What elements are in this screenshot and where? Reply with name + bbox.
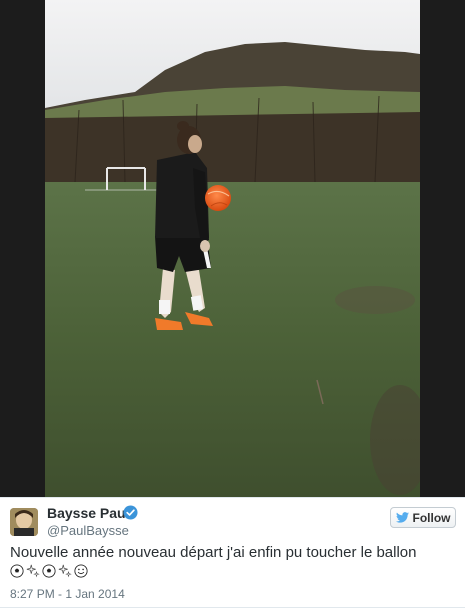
- soccer-ball: [205, 185, 231, 211]
- twitter-bird-icon: [395, 512, 409, 523]
- soccer-ball-icon: [42, 564, 56, 578]
- grass-field: [45, 182, 420, 497]
- tweet-text: Nouvelle année nouveau départ j'ai enfin…: [10, 544, 417, 561]
- soccer-ball-icon: [10, 564, 24, 578]
- tweet-card: Baysse Paul @PaulBaysse Follow Nouvelle …: [0, 497, 465, 611]
- user-name[interactable]: Baysse Paul: [47, 505, 130, 521]
- sparkles-icon: [26, 564, 40, 578]
- verified-badge-icon: [123, 505, 138, 520]
- sparkles-icon: [58, 564, 72, 578]
- photo-frame: [0, 0, 465, 497]
- photo-illustration: [45, 0, 420, 497]
- follow-label: Follow: [412, 510, 451, 525]
- tree-line: [45, 112, 420, 182]
- tweet-timestamp[interactable]: 8:27 PM - 1 Jan 2014: [10, 587, 125, 601]
- avatar-image: [10, 508, 38, 536]
- tweet-photo[interactable]: [45, 0, 420, 497]
- mud-patch: [335, 286, 415, 314]
- divider: [0, 607, 465, 608]
- avatar[interactable]: [10, 508, 38, 536]
- emoji-row: [10, 564, 88, 578]
- user-handle[interactable]: @PaulBaysse: [47, 523, 129, 538]
- follow-button[interactable]: Follow: [390, 507, 456, 528]
- smile-icon: [74, 564, 88, 578]
